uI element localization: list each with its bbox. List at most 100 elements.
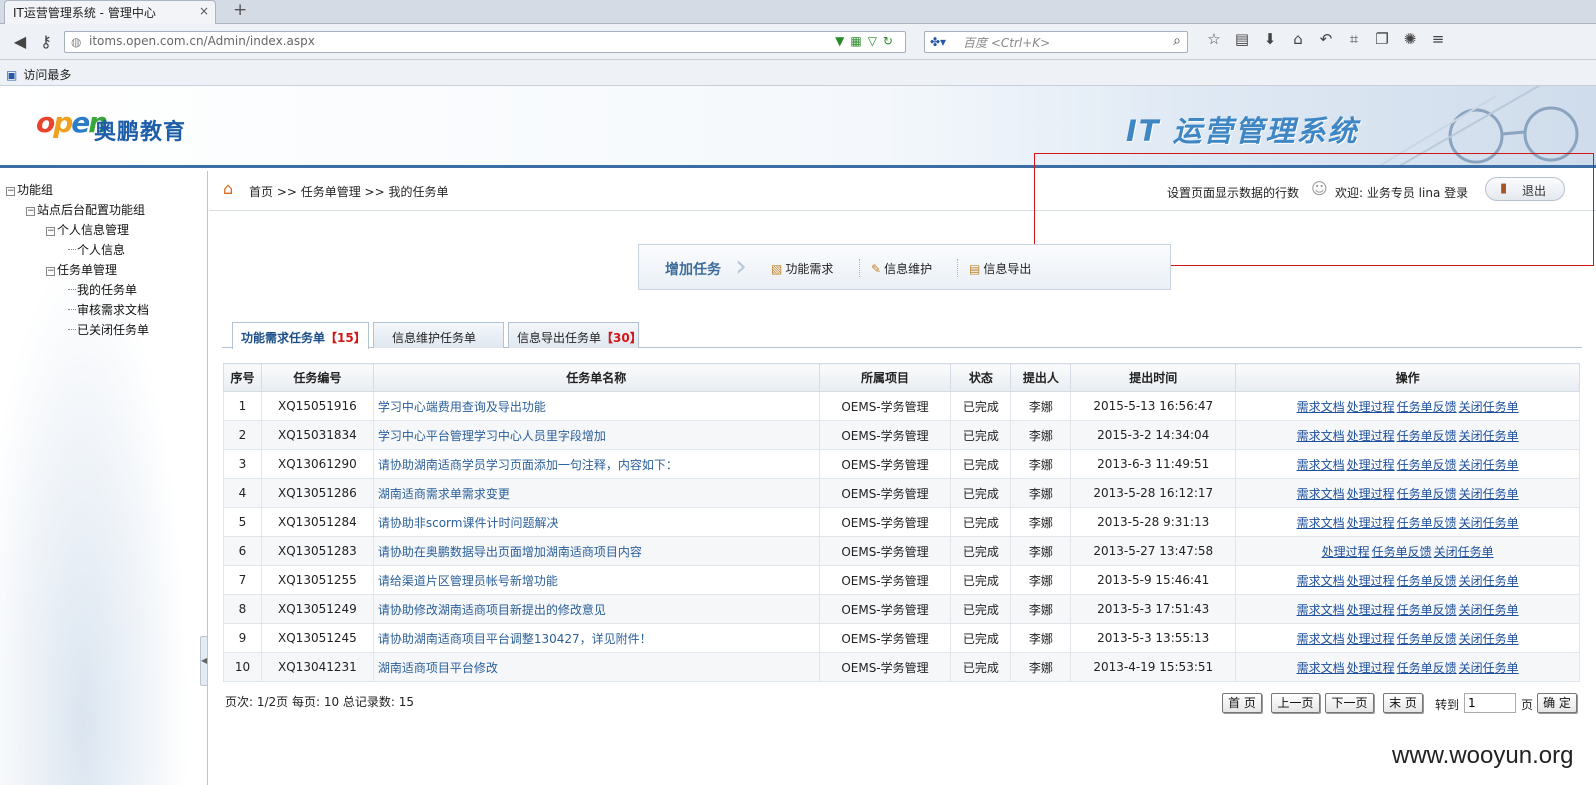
feedback-link[interactable]: 任务单反馈 bbox=[1397, 661, 1457, 675]
task-name[interactable]: 请协助湖南适商项目平台调整130427，详见附件！ bbox=[372, 623, 820, 653]
task-name[interactable]: 请协助修改湖南适商项目新提出的修改意见 bbox=[372, 594, 820, 624]
close-task-link[interactable]: 关闭任务单 bbox=[1459, 400, 1519, 414]
task-name[interactable]: 请给渠道片区管理员帐号新增功能 bbox=[372, 565, 820, 595]
process-link[interactable]: 处理过程 bbox=[1347, 487, 1395, 501]
info-maint-button[interactable]: ✎ 信息维护 bbox=[871, 260, 932, 277]
close-task-link[interactable]: 关闭任务单 bbox=[1459, 487, 1519, 501]
process-link[interactable]: 处理过程 bbox=[1347, 661, 1395, 675]
new-tab-button[interactable]: + bbox=[233, 0, 247, 20]
table-header-row: 序号 任务编号 任务单名称 所属项目 状态 提出人 提出时间 操作 bbox=[223, 363, 1580, 392]
req-doc-link[interactable]: 需求文档 bbox=[1297, 632, 1345, 646]
feedback-link[interactable]: 任务单反馈 bbox=[1397, 516, 1457, 530]
last-page-button[interactable]: 末 页 bbox=[1383, 693, 1423, 713]
close-task-link[interactable]: 关闭任务单 bbox=[1459, 661, 1519, 675]
extension-icon[interactable]: ✺ bbox=[1396, 30, 1424, 48]
url-tools-icon[interactable]: ▼▦▽↻ bbox=[835, 34, 899, 48]
window-icon[interactable]: ❐ bbox=[1368, 30, 1396, 48]
bookmark-most-visited[interactable]: 访问最多 bbox=[23, 68, 71, 82]
close-task-link[interactable]: 关闭任务单 bbox=[1459, 429, 1519, 443]
home-icon[interactable]: ⌂ bbox=[223, 179, 233, 198]
feedback-link[interactable]: 任务单反馈 bbox=[1397, 487, 1457, 501]
search-input[interactable]: ✤▾ 百度 <Ctrl+K> ⌕ bbox=[924, 31, 1188, 53]
info-export-button[interactable]: ▤ 信息导出 bbox=[969, 260, 1031, 277]
next-page-button[interactable]: 下一页 bbox=[1325, 693, 1374, 713]
task-name[interactable]: 学习中心平台管理学习中心人员里字段增加 bbox=[372, 420, 820, 450]
action-bar: 增加任务 › ▧ 功能需求 ✎ 信息维护 ▤ 信息导出 bbox=[638, 244, 1171, 290]
back-arrow-icon[interactable]: ◀ bbox=[8, 30, 32, 54]
task-name[interactable]: 请协助非scorm课件计时问题解决 bbox=[372, 507, 820, 537]
url-input[interactable]: ◍ itoms.open.com.cn/Admin/index.aspx ▼▦▽… bbox=[64, 31, 906, 53]
task-name[interactable]: 学习中心端费用查询及导出功能 bbox=[372, 391, 820, 421]
req-doc-link[interactable]: 需求文档 bbox=[1297, 429, 1345, 443]
close-task-link[interactable]: 关闭任务单 bbox=[1459, 603, 1519, 617]
close-task-link[interactable]: 关闭任务单 bbox=[1434, 545, 1494, 559]
collapse-icon[interactable]: − bbox=[6, 187, 15, 196]
feedback-link[interactable]: 任务单反馈 bbox=[1397, 574, 1457, 588]
req-doc-link[interactable]: 需求文档 bbox=[1297, 574, 1345, 588]
tab-info-export[interactable]: 信息导出任务单【30】 bbox=[508, 322, 642, 348]
tree-personal[interactable]: − 个人信息管理 bbox=[46, 221, 129, 238]
feedback-link[interactable]: 任务单反馈 bbox=[1397, 458, 1457, 472]
close-icon[interactable]: × bbox=[199, 4, 209, 18]
collapse-icon[interactable]: − bbox=[46, 227, 55, 236]
task-name[interactable]: 请协助湖南适商学员学习页面添加一句注释，内容如下： bbox=[372, 449, 820, 479]
close-task-link[interactable]: 关闭任务单 bbox=[1459, 458, 1519, 472]
process-link[interactable]: 处理过程 bbox=[1347, 516, 1395, 530]
crop-icon[interactable]: ⌗ bbox=[1340, 30, 1368, 48]
browser-tab[interactable]: IT运营管理系统 - 管理中心 × bbox=[4, 0, 216, 24]
func-request-button[interactable]: ▧ 功能需求 bbox=[771, 260, 833, 277]
sidebar-item-closed-tasks[interactable]: 已关闭任务单 bbox=[68, 321, 149, 338]
req-doc-link[interactable]: 需求文档 bbox=[1297, 400, 1345, 414]
search-icon[interactable]: ⌕ bbox=[1173, 33, 1181, 49]
task-name[interactable]: 请协助在奥鹏数据导出页面增加湖南适商项目内容 bbox=[372, 536, 820, 566]
undo-icon[interactable]: ↶ bbox=[1312, 30, 1340, 48]
paw-icon[interactable]: ✤▾ bbox=[930, 35, 946, 49]
sidebar-item-review-docs[interactable]: 审核需求文档 bbox=[68, 301, 149, 318]
feedback-link[interactable]: 任务单反馈 bbox=[1372, 545, 1432, 559]
menu-icon[interactable]: ≡ bbox=[1424, 30, 1452, 48]
collapse-icon[interactable]: − bbox=[46, 267, 55, 276]
breadcrumb[interactable]: 首页 >> 任务单管理 >> 我的任务单 bbox=[249, 183, 448, 200]
process-link[interactable]: 处理过程 bbox=[1347, 429, 1395, 443]
tree-group[interactable]: − 站点后台配置功能组 bbox=[26, 201, 145, 218]
tab-info-maint[interactable]: 信息维护任务单 bbox=[373, 322, 504, 348]
feedback-link[interactable]: 任务单反馈 bbox=[1397, 603, 1457, 617]
req-doc-link[interactable]: 需求文档 bbox=[1297, 603, 1345, 617]
process-link[interactable]: 处理过程 bbox=[1322, 545, 1370, 559]
tab-func-request[interactable]: 功能需求任务单【15】 bbox=[232, 322, 369, 349]
process-link[interactable]: 处理过程 bbox=[1347, 400, 1395, 414]
req-doc-link[interactable]: 需求文档 bbox=[1297, 458, 1345, 472]
req-doc-link[interactable]: 需求文档 bbox=[1297, 487, 1345, 501]
process-link[interactable]: 处理过程 bbox=[1347, 458, 1395, 472]
tree-root[interactable]: − 功能组 bbox=[6, 181, 53, 198]
process-link[interactable]: 处理过程 bbox=[1347, 632, 1395, 646]
reader-icon[interactable]: ▤ bbox=[1228, 30, 1256, 48]
key-icon[interactable]: ⚷ bbox=[34, 30, 58, 54]
close-task-link[interactable]: 关闭任务单 bbox=[1459, 574, 1519, 588]
req-doc-link[interactable]: 需求文档 bbox=[1297, 516, 1345, 530]
browser-toolbar: ☆ ▤ ⬇ ⌂ ↶ ⌗ ❐ ✺ ≡ bbox=[1200, 30, 1452, 48]
process-link[interactable]: 处理过程 bbox=[1347, 603, 1395, 617]
collapse-icon[interactable]: − bbox=[26, 207, 35, 216]
feedback-link[interactable]: 任务单反馈 bbox=[1397, 400, 1457, 414]
goto-page-input[interactable] bbox=[1464, 693, 1516, 713]
sidebar-item-personal-info[interactable]: 个人信息 bbox=[68, 241, 125, 258]
confirm-button[interactable]: 确 定 bbox=[1537, 693, 1577, 713]
home-icon[interactable]: ⌂ bbox=[1284, 30, 1312, 48]
sidebar-collapse-handle[interactable]: ◀ bbox=[200, 636, 208, 686]
download-icon[interactable]: ⬇ bbox=[1256, 30, 1284, 48]
prev-page-button[interactable]: 上一页 bbox=[1271, 693, 1320, 713]
task-name[interactable]: 湖南适商项目平台修改 bbox=[372, 652, 820, 682]
close-task-link[interactable]: 关闭任务单 bbox=[1459, 516, 1519, 530]
close-task-link[interactable]: 关闭任务单 bbox=[1459, 632, 1519, 646]
feedback-link[interactable]: 任务单反馈 bbox=[1397, 429, 1457, 443]
sidebar-item-my-tasks[interactable]: 我的任务单 bbox=[68, 281, 137, 298]
first-page-button[interactable]: 首 页 bbox=[1222, 693, 1262, 713]
req-doc-link[interactable]: 需求文档 bbox=[1297, 661, 1345, 675]
tree-task-mgmt[interactable]: − 任务单管理 bbox=[46, 261, 117, 278]
table-row: 1 XQ15051916 学习中心端费用查询及导出功能 OEMS-学务管理 已完成 李娜 2… bbox=[223, 391, 1580, 421]
feedback-link[interactable]: 任务单反馈 bbox=[1397, 632, 1457, 646]
star-icon[interactable]: ☆ bbox=[1200, 30, 1228, 48]
process-link[interactable]: 处理过程 bbox=[1347, 574, 1395, 588]
task-name[interactable]: 湖南适商需求单需求变更 bbox=[372, 478, 820, 508]
